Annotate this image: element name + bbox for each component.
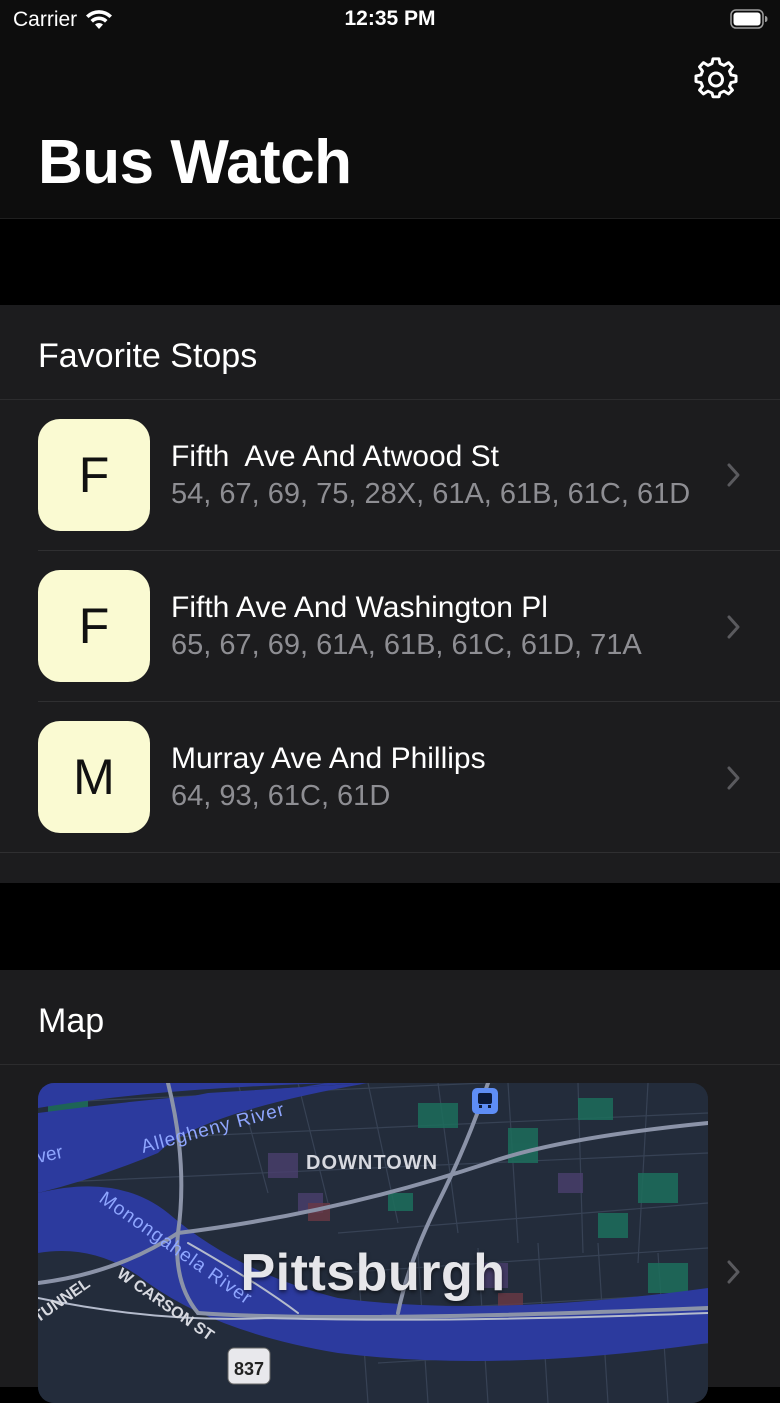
map-title: Map bbox=[38, 1002, 105, 1040]
settings-button[interactable] bbox=[692, 55, 740, 103]
map-city-label: Pittsburgh bbox=[240, 1244, 506, 1302]
train-icon bbox=[472, 1088, 498, 1114]
gear-icon bbox=[694, 57, 738, 99]
stop-name: Murray Ave And Phillips bbox=[171, 742, 486, 775]
row-divider bbox=[0, 852, 780, 853]
chevron-right-icon bbox=[727, 1260, 740, 1284]
favorite-stops-header: Favorite Stops bbox=[0, 305, 780, 400]
stop-routes: 64, 93, 61C, 61D bbox=[171, 780, 391, 812]
nav-header: Bus Watch bbox=[0, 40, 780, 219]
map-section: Map 837 DOWNTOWN Allegheny River ver Mon… bbox=[0, 970, 780, 1403]
battery-icon bbox=[730, 9, 768, 29]
stop-row[interactable]: M Murray Ave And Phillips 64, 93, 61C, 6… bbox=[0, 702, 780, 853]
favorite-stops-title: Favorite Stops bbox=[38, 337, 258, 375]
stop-row[interactable]: F Fifth Ave And Washington Pl 65, 67, 69… bbox=[0, 551, 780, 702]
stop-routes: 54, 67, 69, 75, 28X, 61A, 61B, 61C, 61D bbox=[171, 478, 691, 510]
route-shield-label: 837 bbox=[234, 1359, 264, 1379]
downtown-label: DOWNTOWN bbox=[306, 1152, 438, 1174]
stop-routes: 65, 67, 69, 61A, 61B, 61C, 61D, 71A bbox=[171, 629, 642, 661]
map-header: Map bbox=[0, 970, 780, 1065]
map-view[interactable]: 837 DOWNTOWN Allegheny River ver Mononga… bbox=[38, 1083, 708, 1403]
chevron-right-icon bbox=[727, 463, 740, 487]
stop-name: Fifth Ave And Atwood St bbox=[171, 440, 499, 473]
status-time: 12:35 PM bbox=[344, 7, 436, 30]
chevron-right-icon bbox=[727, 766, 740, 790]
stop-badge: F bbox=[38, 570, 150, 682]
page-title: Bus Watch bbox=[38, 128, 352, 197]
favorite-stops-section: Favorite Stops F Fifth Ave And Atwood St… bbox=[0, 305, 780, 883]
stop-name: Fifth Ave And Washington Pl bbox=[171, 591, 548, 624]
chevron-right-icon bbox=[727, 615, 740, 639]
stop-badge: M bbox=[38, 721, 150, 833]
stop-row[interactable]: F Fifth Ave And Atwood St 54, 67, 69, 75… bbox=[0, 400, 780, 551]
status-bar: Carrier 12:35 PM bbox=[0, 0, 780, 40]
stop-badge: F bbox=[38, 419, 150, 531]
